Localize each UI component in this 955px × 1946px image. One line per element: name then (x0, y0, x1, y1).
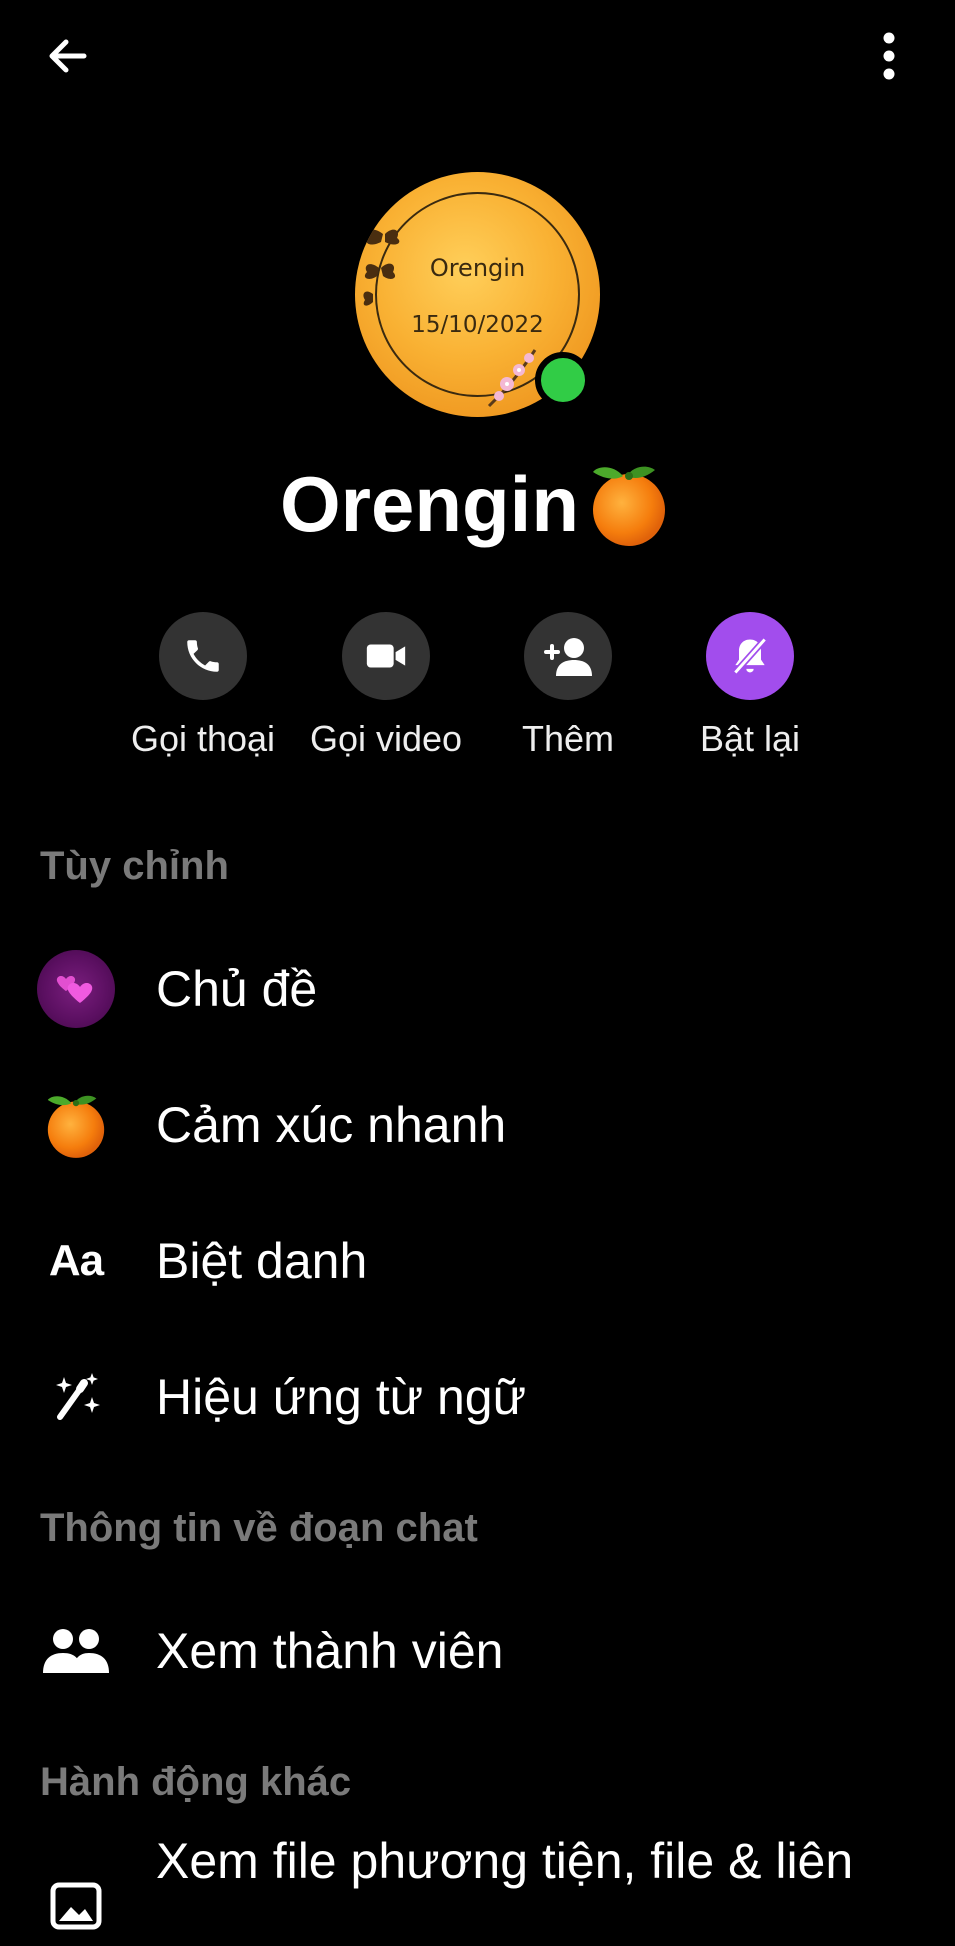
menu-item-nickname-label: Biệt danh (156, 1233, 368, 1289)
menu-item-nickname[interactable]: Aa Biệt danh (0, 1206, 955, 1316)
profile-name: Orengin (0, 456, 955, 552)
video-call-button[interactable]: Gọi video (296, 612, 476, 760)
profile-name-text: Orengin (279, 460, 579, 548)
unmute-button[interactable]: Bật lại (660, 612, 840, 760)
tangerine-emoji-icon (593, 466, 665, 546)
add-person-icon[interactable] (524, 612, 612, 700)
more-vertical-icon[interactable] (863, 24, 915, 88)
menu-item-word-effects[interactable]: Hiệu ứng từ ngữ (0, 1342, 955, 1452)
video-call-label: Gọi video (309, 718, 463, 759)
voice-call-button[interactable]: Gọi thoại (113, 612, 293, 760)
section-title-other-actions: Hành động khác (40, 1760, 352, 1804)
avatar[interactable]: Orengin 15/10/2022 (355, 172, 600, 417)
section-title-chat-info: Thông tin về đoạn chat (40, 1506, 478, 1550)
menu-item-view-media-label: Xem file phương tiện, file & liên (156, 1833, 854, 1889)
menu-item-quick-reaction-label: Cảm xúc nhanh (156, 1097, 507, 1153)
voice-call-label: Gọi thoại (130, 718, 276, 759)
aa-text-icon: Aa (36, 1221, 116, 1301)
add-person-button[interactable]: Thêm (478, 612, 658, 760)
avatar-text-name: Orengin (429, 254, 526, 282)
video-camera-icon[interactable] (342, 612, 430, 700)
online-status-dot (535, 352, 591, 408)
menu-item-quick-reaction[interactable]: Cảm xúc nhanh (0, 1070, 955, 1180)
menu-item-view-media[interactable]: Xem file phương tiện, file & liên (0, 1822, 955, 1932)
unmute-label: Bật lại (699, 718, 801, 759)
menu-item-word-effects-label: Hiệu ứng từ ngữ (156, 1369, 527, 1425)
aa-text-icon-glyph: Aa (48, 1236, 104, 1285)
tangerine-emoji-icon (36, 1085, 116, 1165)
add-person-label: Thêm (521, 718, 615, 759)
section-title-customize: Tùy chỉnh (40, 844, 229, 888)
menu-item-theme[interactable]: Chủ đề (0, 934, 955, 1044)
theme-hearts-icon (36, 949, 116, 1029)
menu-item-view-members[interactable]: Xem thành viên (0, 1596, 955, 1706)
menu-item-theme-label: Chủ đề (156, 961, 318, 1017)
phone-icon[interactable] (159, 612, 247, 700)
bell-muted-icon[interactable] (706, 612, 794, 700)
magic-wand-icon (36, 1357, 116, 1437)
avatar-text-date: 15/10/2022 (411, 312, 544, 338)
top-bar (0, 0, 955, 120)
image-icon (36, 1866, 116, 1946)
action-buttons: Gọi thoại Gọi video Thêm Bật lại (0, 612, 955, 762)
back-arrow-icon[interactable] (36, 24, 100, 88)
menu-item-view-members-label: Xem thành viên (156, 1623, 504, 1679)
people-icon (36, 1611, 116, 1691)
